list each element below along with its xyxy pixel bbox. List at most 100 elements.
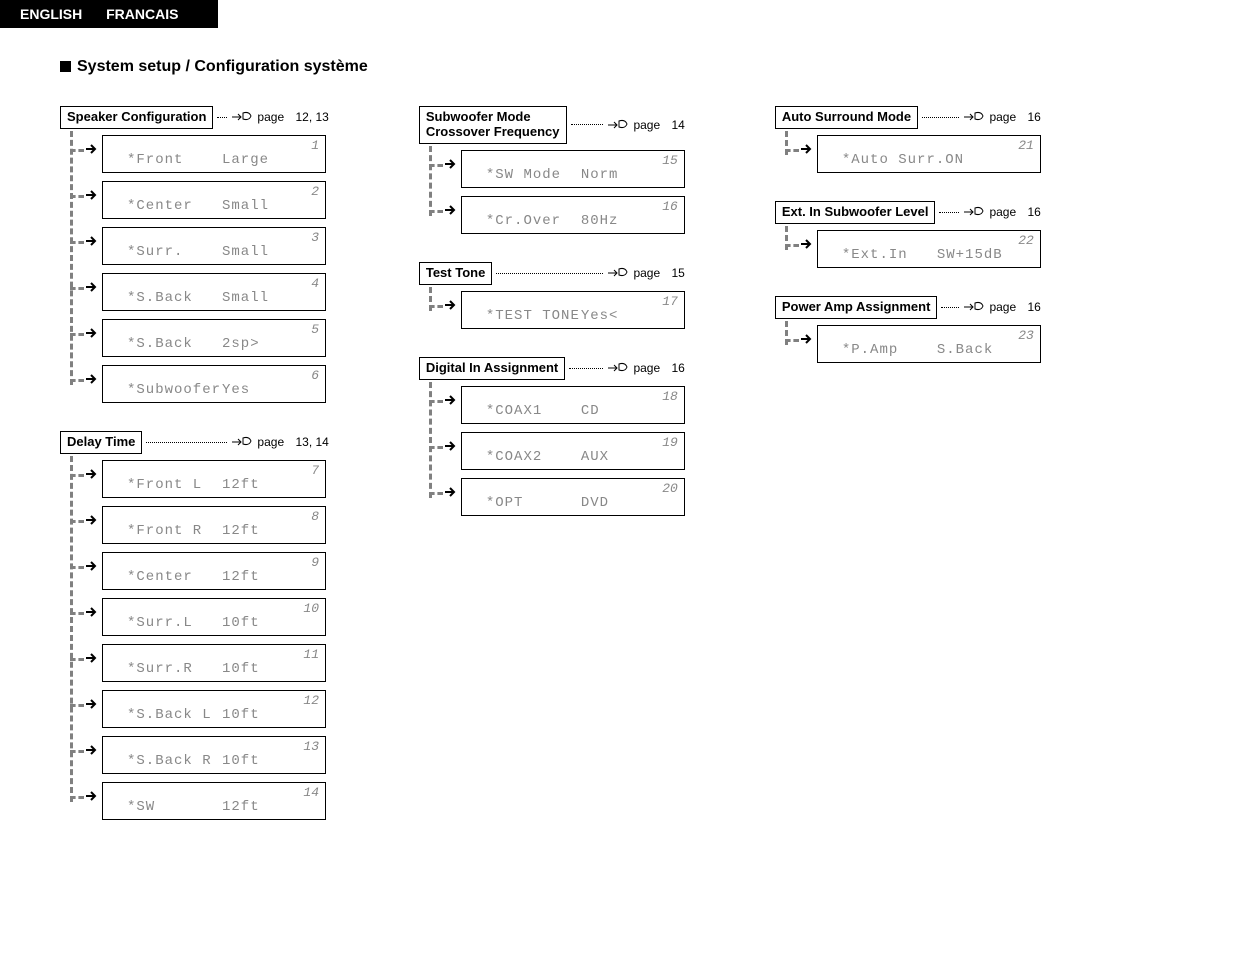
tree-item: 21*Auto Surr.ON	[785, 135, 1041, 173]
arrow-right-icon	[443, 297, 459, 313]
item-value: AUX	[581, 449, 609, 465]
item-number: 5	[311, 322, 319, 337]
tree-item: 11*Surr.R10ft	[70, 644, 329, 682]
item-value: 80Hz	[581, 213, 619, 229]
branch-line	[70, 379, 84, 382]
item-value: S.Back	[937, 342, 993, 358]
item-number: 19	[662, 435, 678, 450]
lcd-display: 22*Ext.InSW+15dB	[817, 230, 1041, 268]
page-number: 16	[671, 361, 684, 375]
column-2: Subwoofer Mode Crossover Frequency page …	[419, 106, 685, 516]
tree-item: 14*SW12ft	[70, 782, 329, 820]
lcd-display: 1*FrontLarge	[102, 135, 326, 173]
item-value: Large	[222, 152, 269, 168]
item-number: 6	[311, 368, 319, 383]
branch-line	[70, 520, 84, 523]
item-number: 3	[311, 230, 319, 245]
block-title: Digital In Assignment	[419, 357, 565, 380]
lang-francais[interactable]: FRANCAIS	[106, 6, 178, 22]
branch-line	[70, 566, 84, 569]
item-label: *Front R	[127, 523, 222, 539]
branch-line	[70, 704, 84, 707]
item-value: 10ft	[222, 615, 260, 631]
branch-line	[70, 241, 84, 244]
tree-item: 6*SubwooferYes	[70, 365, 329, 403]
page-number: 15	[671, 266, 684, 280]
item-value: 10ft	[222, 661, 260, 677]
arrow-right-icon	[84, 742, 100, 758]
arrow-right-icon	[84, 512, 100, 528]
lcd-display: 3*Surr.Small	[102, 227, 326, 265]
tree-item: 5*S.Back2sp>	[70, 319, 329, 357]
arrow-right-icon	[443, 484, 459, 500]
item-value: 12ft	[222, 569, 260, 585]
item-label: *SW	[127, 799, 222, 815]
lcd-display: 13*S.Back R10ft	[102, 736, 326, 774]
dotted-leader	[922, 117, 959, 118]
block-title: Subwoofer Mode Crossover Frequency	[419, 106, 567, 144]
tree-item: 15*SW ModeNorm	[429, 150, 685, 188]
item-label: *Cr.Over	[486, 213, 581, 229]
item-number: 14	[303, 785, 319, 800]
item-label: *TEST TONE	[486, 308, 581, 324]
item-number: 13	[303, 739, 319, 754]
dotted-leader	[146, 442, 227, 443]
branch-line	[70, 612, 84, 615]
lcd-display: 21*Auto Surr.ON	[817, 135, 1041, 173]
item-value: CD	[581, 403, 600, 419]
branch-line	[429, 400, 443, 403]
item-number: 23	[1018, 328, 1034, 343]
branch-line	[70, 750, 84, 753]
branch-line	[70, 474, 84, 477]
item-value: 2sp>	[222, 336, 260, 352]
lang-english[interactable]: ENGLISH	[20, 6, 82, 22]
language-bar: ENGLISH FRANCAIS	[0, 0, 218, 28]
lcd-display: 11*Surr.R10ft	[102, 644, 326, 682]
branch-line	[785, 339, 799, 342]
tree-item: 3*Surr.Small	[70, 227, 329, 265]
item-number: 12	[303, 693, 319, 708]
item-value: 10ft	[222, 707, 260, 723]
lcd-display: 20*OPTDVD	[461, 478, 685, 516]
page-reference: page 12, 13	[231, 110, 328, 124]
block-subwoofer-mode: Subwoofer Mode Crossover Frequency page …	[419, 106, 685, 234]
item-label: *Subwoofer	[127, 382, 222, 398]
arrow-right-icon	[84, 604, 100, 620]
item-value: Yes<	[581, 308, 619, 324]
block-title: Speaker Configuration	[60, 106, 213, 129]
page-number: 16	[1027, 205, 1040, 219]
lcd-display: 14*SW12ft	[102, 782, 326, 820]
item-label: *Ext.In	[842, 247, 937, 263]
tree-item: 12*S.Back L10ft	[70, 690, 329, 728]
arrow-right-icon	[84, 788, 100, 804]
item-label: *Surr.L	[127, 615, 222, 631]
item-value: 12ft	[222, 477, 260, 493]
arrow-right-icon	[443, 392, 459, 408]
page-number: 14	[671, 118, 684, 132]
page-reference: page 13, 14	[231, 435, 328, 449]
branch-line	[70, 333, 84, 336]
arrow-right-icon	[84, 371, 100, 387]
hand-pointer-icon	[607, 118, 629, 132]
dotted-leader	[496, 273, 603, 274]
arrow-right-icon	[84, 696, 100, 712]
block-auto-surround: Auto Surround Mode page 16 21*Auto Surr.…	[775, 106, 1041, 173]
item-label: *OPT	[486, 495, 581, 511]
item-label: *SW Mode	[486, 167, 581, 183]
branch-line	[785, 149, 799, 152]
item-number: 9	[311, 555, 319, 570]
item-value: SW+15dB	[937, 247, 1003, 263]
hand-pointer-icon	[231, 435, 253, 449]
branch-line	[429, 492, 443, 495]
hand-pointer-icon	[963, 205, 985, 219]
tree-item: 20*OPTDVD	[429, 478, 685, 516]
page-reference: page 16	[963, 205, 1040, 219]
item-number: 16	[662, 199, 678, 214]
page-number: 13, 14	[295, 435, 328, 449]
item-number: 11	[303, 647, 319, 662]
page-word: page	[633, 266, 660, 280]
page-word: page	[257, 110, 284, 124]
arrow-right-icon	[799, 236, 815, 252]
page-word: page	[633, 118, 660, 132]
item-number: 10	[303, 601, 319, 616]
